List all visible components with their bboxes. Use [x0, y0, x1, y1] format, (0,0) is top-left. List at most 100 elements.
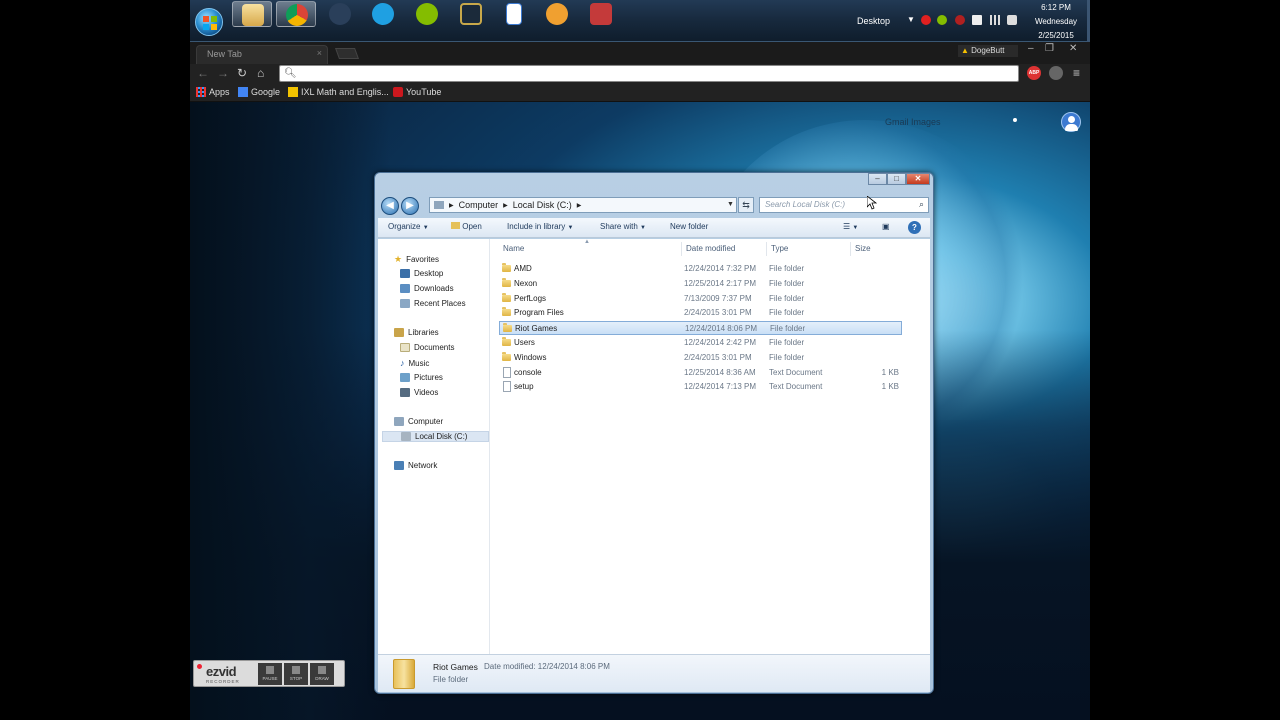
include-label: Include in library: [507, 222, 566, 231]
action-center-flag-icon[interactable]: [972, 15, 982, 25]
open-button[interactable]: Open: [451, 222, 482, 231]
stop-button[interactable]: STOP: [284, 663, 308, 685]
draw-button[interactable]: DRAW: [310, 663, 334, 685]
volume-icon[interactable]: [1007, 15, 1017, 25]
close-icon[interactable]: ✕: [1069, 43, 1077, 54]
adblock-icon[interactable]: ABP: [1027, 66, 1041, 80]
column-header-name[interactable]: Name: [503, 244, 524, 253]
column-header-type[interactable]: Type: [771, 244, 788, 253]
bookmark-google[interactable]: Google: [238, 87, 280, 97]
nav-local-disk[interactable]: Local Disk (C:): [382, 431, 489, 442]
help-icon[interactable]: ?: [908, 221, 921, 234]
network-signal-icon[interactable]: [990, 15, 1000, 25]
explorer-maximize-icon[interactable]: □: [887, 173, 906, 185]
breadcrumb-local-disk[interactable]: Local Disk (C:): [513, 200, 572, 210]
taskbar-document-button[interactable]: [494, 1, 534, 27]
organize-button[interactable]: Organize ▼: [388, 222, 429, 231]
folder-icon: [502, 277, 511, 287]
nav-videos[interactable]: Videos: [400, 388, 438, 397]
nav-pictures[interactable]: Pictures: [400, 373, 443, 382]
extension-icon[interactable]: [1049, 66, 1063, 80]
file-row[interactable]: Users 12/24/2014 2:42 PM File folder: [499, 336, 902, 350]
back-arrow-icon[interactable]: ←: [197, 66, 209, 80]
nav-network[interactable]: Network: [394, 461, 437, 470]
taskbar-explorer-button[interactable]: [232, 1, 272, 27]
taskbar-lol-button[interactable]: [451, 1, 491, 27]
file-row[interactable]: PerfLogs 7/13/2009 7:37 PM File folder: [499, 292, 902, 306]
file-row[interactable]: Riot Games 12/24/2014 8:06 PM File folder: [499, 321, 902, 336]
explorer-minimize-icon[interactable]: –: [868, 173, 887, 185]
taskbar-chrome-button[interactable]: [276, 1, 316, 27]
home-icon[interactable]: ⌂: [257, 66, 264, 80]
file-row[interactable]: AMD 12/24/2014 7:32 PM File folder: [499, 262, 902, 276]
tray-app-icon[interactable]: [921, 15, 931, 25]
chrome-toolbar: ← → ↻ ⌂ 🔍︎ ABP ≡: [190, 64, 1090, 84]
preview-pane-icon[interactable]: ▣: [882, 222, 890, 231]
reload-icon[interactable]: ↻: [237, 66, 247, 80]
column-separator[interactable]: [766, 242, 767, 256]
tray-record-icon[interactable]: [955, 15, 965, 25]
show-hidden-icons-icon[interactable]: ▼: [907, 15, 915, 24]
new-folder-button[interactable]: New folder: [670, 222, 708, 231]
share-with-button[interactable]: Share with ▼: [600, 222, 646, 231]
tray-spotify-icon[interactable]: [937, 15, 947, 25]
include-in-library-button[interactable]: Include in library ▼: [507, 222, 573, 231]
minimize-icon[interactable]: –: [1028, 43, 1034, 54]
column-header-size[interactable]: Size: [855, 244, 871, 253]
bookmark-ixl[interactable]: IXL Math and Englis...: [288, 87, 389, 97]
taskbar-skype-button[interactable]: [363, 1, 403, 27]
music-icon: ♪: [400, 358, 405, 368]
nav-computer[interactable]: Computer: [394, 417, 443, 426]
taskbar-game-button[interactable]: [581, 1, 621, 27]
column-separator[interactable]: [850, 242, 851, 256]
profile-button[interactable]: ▲ DogeButt: [958, 45, 1018, 57]
explorer-close-icon[interactable]: ✕: [906, 173, 930, 185]
nav-favorites[interactable]: ★ Favorites: [394, 254, 439, 265]
nav-documents[interactable]: Documents: [400, 343, 454, 352]
show-desktop-button[interactable]: [1087, 0, 1090, 42]
nav-libraries[interactable]: Libraries: [394, 328, 439, 337]
file-row[interactable]: Windows 2/24/2015 3:01 PM File folder: [499, 351, 902, 365]
address-dropdown-icon[interactable]: ▼: [727, 201, 734, 208]
column-separator[interactable]: [681, 242, 682, 256]
bookmark-apps[interactable]: Apps: [196, 87, 230, 97]
taskbar-steam-button[interactable]: [320, 1, 360, 27]
chrome-tab-new-tab[interactable]: New Tab ×: [196, 45, 328, 64]
column-header-date[interactable]: Date modified: [686, 244, 735, 253]
google-links[interactable]: Gmail Images: [885, 117, 941, 127]
refresh-icon[interactable]: ⇆: [738, 197, 754, 213]
account-avatar[interactable]: [1061, 112, 1081, 132]
search-input[interactable]: Search Local Disk (C:) ⌕: [759, 197, 929, 213]
chrome-menu-icon[interactable]: ≡: [1073, 66, 1080, 80]
game-icon: [590, 3, 612, 25]
tab-close-icon[interactable]: ×: [317, 48, 322, 58]
pause-button[interactable]: PAUSE: [258, 663, 282, 685]
desktop-toolbar-label[interactable]: Desktop: [857, 16, 890, 26]
nav-music[interactable]: ♪ Music: [400, 358, 429, 368]
folder-icon: [503, 323, 512, 333]
file-type: File folder: [769, 308, 805, 318]
taskbar-spotify-button[interactable]: [407, 1, 447, 27]
nav-downloads[interactable]: Downloads: [400, 284, 454, 293]
file-row[interactable]: Nexon 12/25/2014 2:17 PM File folder: [499, 277, 902, 291]
omnibox[interactable]: 🔍︎: [279, 65, 1019, 82]
start-button[interactable]: [195, 8, 223, 36]
address-bar[interactable]: ▶ Computer ▶ Local Disk (C:) ▶: [429, 197, 737, 213]
taskbar-app-button[interactable]: [537, 1, 577, 27]
view-options-icon[interactable]: ☰ ▼: [843, 222, 858, 231]
breadcrumb-computer[interactable]: Computer: [459, 200, 499, 210]
bookmark-youtube[interactable]: YouTube: [393, 87, 441, 97]
explorer-forward-icon[interactable]: ▶: [401, 197, 419, 215]
file-name: Riot Games: [515, 324, 558, 334]
file-row[interactable]: Program Files 2/24/2015 3:01 PM File folde…: [499, 306, 902, 320]
nav-desktop[interactable]: Desktop: [400, 269, 443, 278]
forward-arrow-icon[interactable]: →: [217, 66, 229, 80]
notification-icon[interactable]: [1013, 118, 1017, 122]
new-tab-button[interactable]: [334, 48, 360, 59]
file-row[interactable]: console 12/25/2014 8:36 AM Text Document 1 …: [499, 366, 902, 380]
maximize-icon[interactable]: ❐: [1045, 43, 1054, 54]
explorer-back-icon[interactable]: ◀: [381, 197, 399, 215]
nav-recent-places[interactable]: Recent Places: [400, 299, 466, 308]
system-clock[interactable]: 6:12 PM Wednesday 2/25/2015: [1026, 1, 1086, 43]
file-row[interactable]: setup 12/24/2014 7:13 PM Text Document 1 KB: [499, 380, 902, 394]
